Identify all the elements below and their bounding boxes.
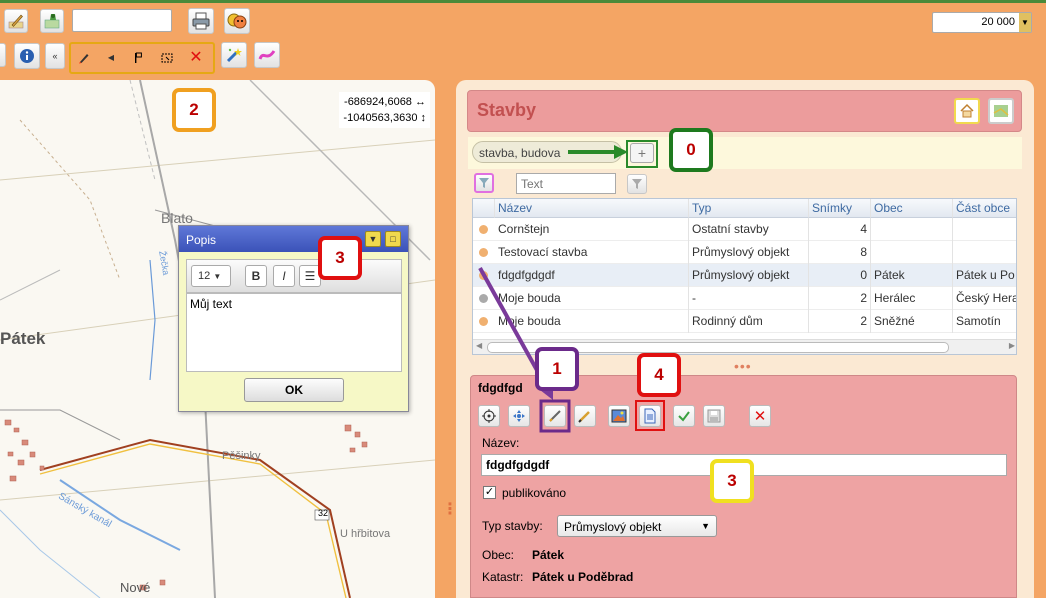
marker-0: 0 bbox=[669, 128, 713, 172]
marker-3-detail: 3 bbox=[710, 459, 754, 503]
marker-3-popup: 3 bbox=[318, 236, 362, 280]
marker-2: 2 bbox=[172, 88, 216, 132]
marker-4: 4 bbox=[637, 353, 681, 397]
marker-1: 1 bbox=[535, 347, 579, 391]
annotation-arrows bbox=[478, 140, 665, 433]
